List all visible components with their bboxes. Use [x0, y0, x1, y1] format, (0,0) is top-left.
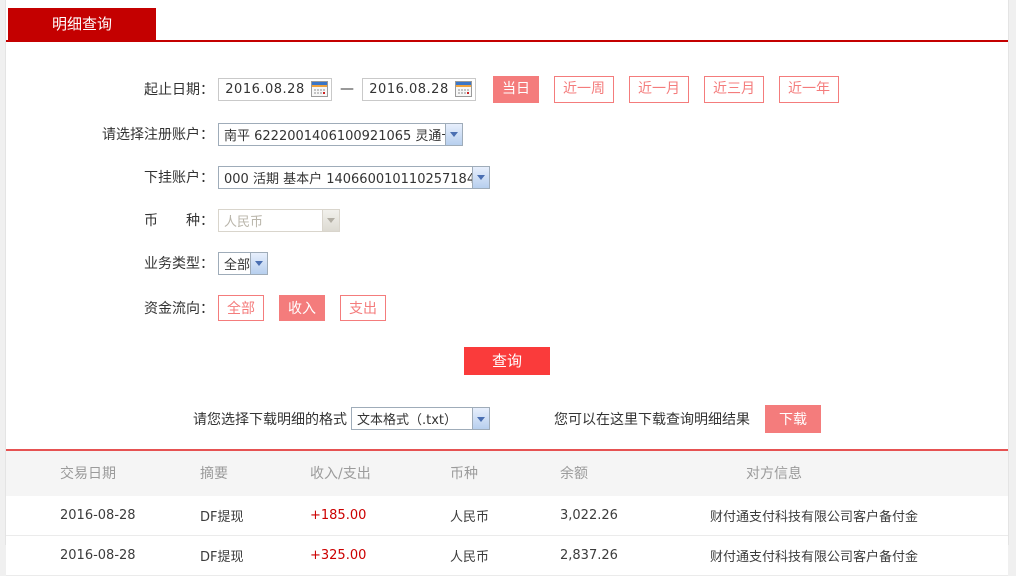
quick-range-week-button[interactable]: 近一周 [554, 76, 614, 103]
download-hint: 您可以在这里下载查询明细结果 [554, 411, 750, 428]
download-format-value: 文本格式（.txt） [357, 413, 458, 429]
end-date-input[interactable]: 2016.08.28 [362, 77, 476, 101]
fund-flow-row: 资金流向： 全部 收入 支出 [6, 294, 1008, 321]
date-range-row: 起止日期： 2016.08.28 — 2016.08.28 当日 近一周 近一月… [6, 76, 1008, 103]
query-form: 起止日期： 2016.08.28 — 2016.08.28 当日 近一周 近一月… [6, 42, 1008, 433]
date-range-label: 起止日期： [144, 82, 214, 99]
calendar-icon[interactable] [455, 81, 472, 98]
quick-range-buttons: 当日 近一周 近一月 近三月 近一年 [493, 76, 854, 103]
currency-row: 币 种： 人民币 [6, 208, 1008, 232]
business-type-select[interactable]: 全部 [218, 251, 268, 275]
query-button[interactable]: 查询 [464, 346, 550, 375]
query-button-row: 查询 [6, 346, 1008, 375]
register-account-select[interactable]: 南平 6222001406100921065 灵通卡 [218, 122, 463, 146]
cell-balance: 2,837.26 [560, 547, 618, 563]
business-type-row: 业务类型： 全部 [6, 251, 1008, 275]
chevron-down-icon [445, 123, 462, 145]
cell-currency: 人民币 [450, 509, 490, 525]
start-date-input[interactable]: 2016.08.28 [218, 77, 332, 101]
register-account-row: 请选择注册账户： 南平 6222001406100921065 灵通卡 [6, 122, 1008, 146]
cell-summary: DF提现 [200, 549, 244, 565]
register-account-label: 请选择注册账户： [102, 127, 214, 144]
quick-range-quarter-button[interactable]: 近三月 [704, 76, 764, 103]
table-row: 2016-08-28 DF提现 +325.00 人民币 2,837.26 财付通… [6, 535, 1008, 576]
download-row: 请您选择下载明细的格式 文本格式（.txt） 您可以在这里下载查询明细结果 下载 [193, 404, 1008, 433]
fund-flow-all-button[interactable]: 全部 [218, 294, 264, 321]
sub-account-label: 下挂账户： [144, 170, 214, 187]
cell-summary: DF提现 [200, 509, 244, 525]
main-panel: 明细查询 起止日期： 2016.08.28 — 2016.08.28 当日 近一… [5, 0, 1009, 576]
tab-bar: 明细查询 [6, 0, 1008, 42]
fund-flow-income-button[interactable]: 收入 [279, 294, 325, 321]
fund-flow-expense-button[interactable]: 支出 [340, 294, 386, 321]
end-date-value: 2016.08.28 [369, 81, 449, 97]
cell-counterparty: 财付通支付科技有限公司客户备付金 [710, 549, 919, 565]
cell-counterparty: 财付通支付科技有限公司客户备付金 [710, 509, 919, 525]
cell-date: 2016-08-28 [60, 547, 136, 563]
download-format-select[interactable]: 文本格式（.txt） [351, 407, 490, 431]
download-button[interactable]: 下载 [765, 404, 821, 433]
table-header-balance: 余额 [560, 466, 588, 483]
cell-date: 2016-08-28 [60, 507, 136, 523]
fund-flow-label: 资金流向： [144, 300, 214, 317]
currency-label: 币 种： [144, 213, 214, 230]
table-header-summary: 摘要 [200, 466, 228, 483]
sub-account-row: 下挂账户： 000 活期 基本户 1406600101102571848 [6, 165, 1008, 189]
business-type-value: 全部 [224, 257, 250, 273]
chevron-down-icon [472, 408, 489, 430]
quick-range-today-button[interactable]: 当日 [493, 76, 539, 103]
currency-value: 人民币 [224, 214, 264, 230]
quick-range-month-button[interactable]: 近一月 [629, 76, 689, 103]
calendar-icon[interactable] [311, 81, 328, 98]
table-header-date: 交易日期 [60, 466, 116, 483]
table-header-currency: 币种 [450, 466, 478, 483]
business-type-label: 业务类型： [144, 256, 214, 273]
cell-currency: 人民币 [450, 549, 490, 565]
start-date-value: 2016.08.28 [225, 81, 305, 97]
sub-account-value: 000 活期 基本户 1406600101102571848 [224, 171, 472, 187]
quick-range-year-button[interactable]: 近一年 [779, 76, 839, 103]
sub-account-select[interactable]: 000 活期 基本户 1406600101102571848 [218, 165, 490, 189]
chevron-down-icon [322, 209, 339, 231]
download-format-label: 请您选择下载明细的格式 [193, 411, 347, 428]
register-account-value: 南平 6222001406100921065 灵通卡 [224, 128, 445, 144]
table-header-counterparty: 对方信息 [746, 466, 802, 483]
cell-amount: +325.00 [310, 547, 367, 563]
chevron-down-icon [472, 166, 489, 188]
tab-detail-query[interactable]: 明细查询 [8, 8, 156, 40]
date-range-separator: — [340, 81, 354, 98]
table-header-amount: 收入/支出 [310, 466, 371, 483]
chevron-down-icon [250, 252, 267, 274]
table-row: 2016-08-28 DF提现 +185.00 人民币 3,022.26 财付通… [6, 495, 1008, 536]
cell-balance: 3,022.26 [560, 507, 618, 523]
cell-amount: +185.00 [310, 507, 367, 523]
table-header-row: 交易日期 摘要 收入/支出 币种 余额 对方信息 [6, 450, 1008, 496]
currency-select: 人民币 [218, 208, 340, 232]
